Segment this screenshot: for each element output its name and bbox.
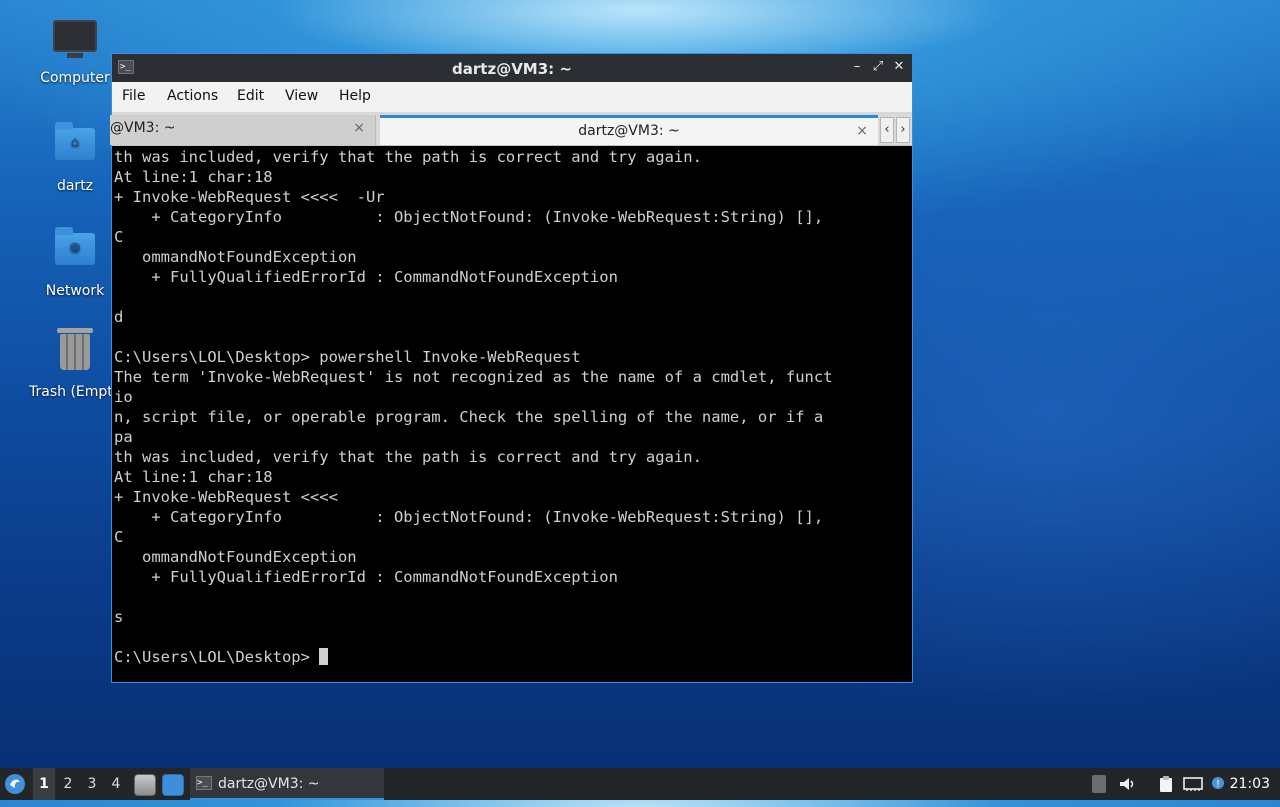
tab-scroll-left-button[interactable]: ‹ [880,117,894,143]
menu-actions[interactable]: Actions [167,88,218,104]
clipboard-icon[interactable] [1157,775,1175,793]
volume-icon[interactable] [1118,775,1136,793]
terminal-line: th was included, verify that the path is… [114,448,702,466]
menu-file[interactable]: File [122,88,145,104]
computer-icon [51,20,99,64]
terminal-line: ommandNotFoundException [114,248,357,266]
terminal-line: ommandNotFoundException [114,548,357,566]
terminal-line: At line:1 char:18 [114,468,273,486]
terminal-line: C [114,528,124,546]
workspace-1[interactable]: 1 [33,768,55,800]
svg-text:!: ! [1216,779,1220,790]
terminal-line: C [114,228,124,246]
terminal-line: s [114,608,124,626]
terminal-line: + Invoke-WebRequest <<<< -Ur [114,188,385,206]
show-desktop-icon[interactable] [162,774,184,796]
terminal-lines: th was included, verify that the path is… [114,147,908,647]
tab-1[interactable]: @VM3: ~ × [110,115,376,145]
terminal-line: th was included, verify that the path is… [114,148,702,166]
desktop-icon-label: Network [45,283,105,299]
terminal-line: The term 'Invoke-WebRequest' is not reco… [114,368,833,386]
terminal-line: pa [114,428,133,446]
desktop-icon-label: dartz [56,178,94,194]
terminal-line: At line:1 char:18 [114,168,273,186]
menu-view[interactable]: View [285,88,318,104]
taskbar: 1 2 3 4 >_ dartz@VM3: ~ ! 21:03 [0,768,1280,800]
taskbar-window-button[interactable]: >_ dartz@VM3: ~ [190,768,384,800]
menu-bar: File Actions Edit View Help [112,82,912,113]
workspace-3[interactable]: 3 [81,768,103,800]
network-icon[interactable] [1183,775,1203,793]
desktop-icon-computer[interactable]: Computer [27,16,123,86]
menu-help[interactable]: Help [339,88,371,104]
terminal-window: >_ dartz@VM3: ~ – ⤢ ✕ File Actions Edit … [110,53,913,683]
tab-close-button[interactable]: × [353,120,365,136]
file-manager-launcher-icon[interactable] [134,774,156,796]
terminal-line: + Invoke-WebRequest <<<< [114,488,338,506]
close-button[interactable]: ✕ [890,58,908,76]
app-menu-icon [5,774,25,794]
desktop-icon-network[interactable]: ◉ Network [27,225,123,299]
tab-label: dartz@VM3: ~ [578,123,680,139]
start-menu-button[interactable] [4,768,28,800]
terminal-line: n, script file, or operable program. Che… [114,408,824,426]
desktop-icon-label: Trash (Empty) [29,384,113,400]
terminal-line: C:\Users\LOL\Desktop> powershell Invoke-… [114,348,581,366]
window-titlebar[interactable]: >_ dartz@VM3: ~ – ⤢ ✕ [112,54,912,82]
tab-2[interactable]: dartz@VM3: ~ × [380,115,878,145]
terminal-line: + CategoryInfo : ObjectNotFound: (Invoke… [114,508,824,526]
clock[interactable]: 21:03 [1230,768,1270,800]
tray-expand-icon[interactable] [1092,775,1106,793]
menu-edit[interactable]: Edit [237,88,264,104]
terminal-prompt-line: C:\Users\LOL\Desktop> [114,647,908,667]
window-title: dartz@VM3: ~ [452,60,572,78]
minimize-button[interactable]: – [848,58,866,76]
terminal-output[interactable]: th was included, verify that the path is… [114,147,908,678]
terminal-prompt: C:\Users\LOL\Desktop> [114,648,320,666]
terminal-line: d [114,308,124,326]
home-folder-icon: ⌂ [51,122,99,172]
text-cursor [319,648,329,665]
tab-close-button[interactable]: × [856,123,868,139]
terminal-line: + FullyQualifiedErrorId : CommandNotFoun… [114,268,618,286]
maximize-button[interactable]: ⤢ [869,58,887,76]
workspace-2[interactable]: 2 [57,768,79,800]
desktop-icon-label: Computer [40,70,110,86]
updates-icon[interactable]: ! [1209,775,1227,793]
terminal-icon: >_ [196,776,212,790]
tab-bar: @VM3: ~ × dartz@VM3: ~ × ‹ › [110,113,912,146]
workspace-4[interactable]: 4 [105,768,127,800]
taskbar-window-label: dartz@VM3: ~ [218,776,320,792]
trash-icon [51,328,99,378]
tab-scroll-right-button[interactable]: › [896,117,910,143]
network-folder-icon: ◉ [51,227,99,277]
desktop-icon-home[interactable]: ⌂ dartz [27,120,123,194]
tab-label: @VM3: ~ [110,120,176,136]
terminal-line: io [114,388,133,406]
terminal-line: + FullyQualifiedErrorId : CommandNotFoun… [114,568,618,586]
terminal-line: + CategoryInfo : ObjectNotFound: (Invoke… [114,208,824,226]
